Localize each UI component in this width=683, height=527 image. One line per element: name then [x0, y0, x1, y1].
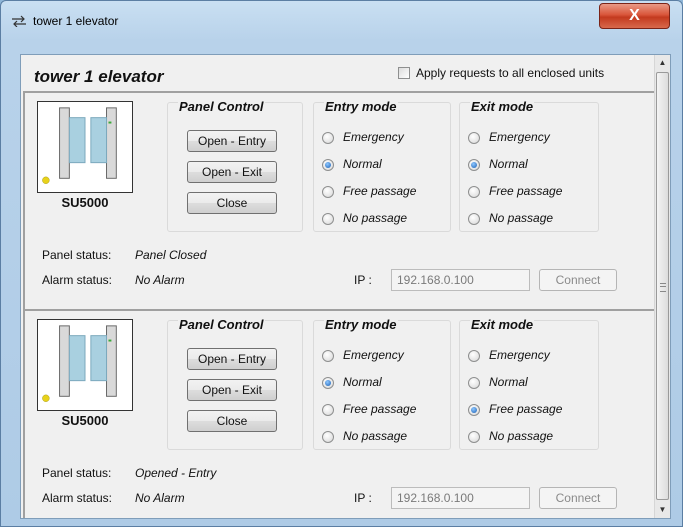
panel-status-label: Panel status: [42, 466, 112, 480]
radio-label[interactable]: No passage [343, 429, 407, 443]
vertical-scrollbar[interactable]: ▲ ▼ [654, 55, 670, 518]
radio-button[interactable] [322, 159, 334, 171]
radio-button[interactable] [322, 213, 334, 225]
radio-label[interactable]: Emergency [343, 130, 404, 144]
radio-button[interactable] [468, 404, 480, 416]
connect-button[interactable]: Connect [539, 487, 617, 509]
alarm-status-value: No Alarm [135, 491, 185, 505]
radio-label[interactable]: Free passage [489, 402, 562, 416]
panel-status-value: Panel Closed [135, 248, 207, 262]
radio-label[interactable]: Free passage [489, 184, 562, 198]
ip-label: IP : [354, 273, 372, 287]
entry-mode-title: Entry mode [324, 99, 398, 114]
panel-control-group: Panel Control Open - Entry Open - Exit C… [167, 99, 303, 232]
device-model-label: SU5000 [61, 195, 109, 210]
radio-label[interactable]: Emergency [489, 348, 550, 362]
title-bar[interactable]: tower 1 elevator X [1, 1, 682, 41]
radio-label[interactable]: Normal [343, 157, 382, 171]
turnstile-device-icon [37, 101, 133, 193]
apply-all-checkbox[interactable] [398, 67, 410, 79]
close-button[interactable]: Close [187, 192, 277, 214]
ip-address-field[interactable]: 192.168.0.100 [391, 487, 530, 509]
radio-label[interactable]: No passage [489, 429, 553, 443]
entry-mode-group: Entry mode Emergency Normal Free passage No… [313, 317, 451, 450]
radio-button[interactable] [322, 132, 334, 144]
alarm-status-value: No Alarm [135, 273, 185, 287]
entry-mode-group: Entry mode Emergency Normal Free passage No… [313, 99, 451, 232]
radio-label[interactable]: Emergency [489, 130, 550, 144]
open-entry-button[interactable]: Open - Entry [187, 130, 277, 152]
radio-label[interactable]: Emergency [343, 348, 404, 362]
exit-mode-group: Exit mode Emergency Normal Free passage No … [459, 317, 599, 450]
entry-mode-title: Entry mode [324, 317, 398, 332]
radio-label[interactable]: Normal [489, 157, 528, 171]
ip-address-field[interactable]: 192.168.0.100 [391, 269, 530, 291]
open-exit-button[interactable]: Open - Exit [187, 161, 277, 183]
device-model-label: SU5000 [61, 413, 109, 428]
radio-button[interactable] [322, 350, 334, 362]
client-area: tower 1 elevator Apply requests to all e… [20, 54, 671, 519]
radio-button[interactable] [322, 186, 334, 198]
scrollbar-thumb[interactable] [656, 72, 669, 500]
panel-status-value: Opened - Entry [135, 466, 217, 480]
swap-arrows-icon [12, 15, 26, 27]
grip-icon [660, 283, 666, 292]
exit-mode-group: Exit mode Emergency Normal Free passage No … [459, 99, 599, 232]
exit-mode-title: Exit mode [470, 317, 535, 332]
radio-button[interactable] [468, 132, 480, 144]
close-button[interactable]: Close [187, 410, 277, 432]
radio-button[interactable] [468, 159, 480, 171]
window-title: tower 1 elevator [33, 14, 119, 28]
unit-panel: SU5000 Panel Control Open - Entry Open -… [23, 91, 654, 309]
open-exit-button[interactable]: Open - Exit [187, 379, 277, 401]
radio-label[interactable]: Free passage [343, 402, 416, 416]
exit-mode-title: Exit mode [470, 99, 535, 114]
panel-control-title: Panel Control [178, 99, 265, 114]
ip-label: IP : [354, 491, 372, 505]
open-entry-button[interactable]: Open - Entry [187, 348, 277, 370]
app-window: tower 1 elevator X tower 1 elevator Appl… [0, 0, 683, 527]
radio-button[interactable] [468, 431, 480, 443]
alarm-status-label: Alarm status: [42, 273, 113, 287]
page-title: tower 1 elevator [34, 67, 164, 86]
unit-panel: SU5000 Panel Control Open - Entry Open -… [23, 309, 654, 518]
radio-button[interactable] [468, 377, 480, 389]
radio-button[interactable] [322, 431, 334, 443]
radio-button[interactable] [322, 404, 334, 416]
panel-status-label: Panel status: [42, 248, 112, 262]
turnstile-device-icon [37, 319, 133, 411]
radio-button[interactable] [468, 350, 480, 362]
radio-label[interactable]: Normal [489, 375, 528, 389]
scroll-down-arrow-icon[interactable]: ▼ [655, 502, 670, 518]
radio-label[interactable]: No passage [489, 211, 553, 225]
radio-label[interactable]: Free passage [343, 184, 416, 198]
close-window-button[interactable]: X [599, 3, 670, 29]
unit-list: tower 1 elevator Apply requests to all e… [21, 55, 654, 518]
radio-button[interactable] [468, 186, 480, 198]
radio-button[interactable] [322, 377, 334, 389]
radio-label[interactable]: Normal [343, 375, 382, 389]
connect-button[interactable]: Connect [539, 269, 617, 291]
scroll-up-arrow-icon[interactable]: ▲ [655, 55, 670, 71]
radio-button[interactable] [468, 213, 480, 225]
apply-all-label[interactable]: Apply requests to all enclosed units [416, 66, 604, 80]
panel-control-title: Panel Control [178, 317, 265, 332]
panel-control-group: Panel Control Open - Entry Open - Exit C… [167, 317, 303, 450]
alarm-status-label: Alarm status: [42, 491, 113, 505]
radio-label[interactable]: No passage [343, 211, 407, 225]
